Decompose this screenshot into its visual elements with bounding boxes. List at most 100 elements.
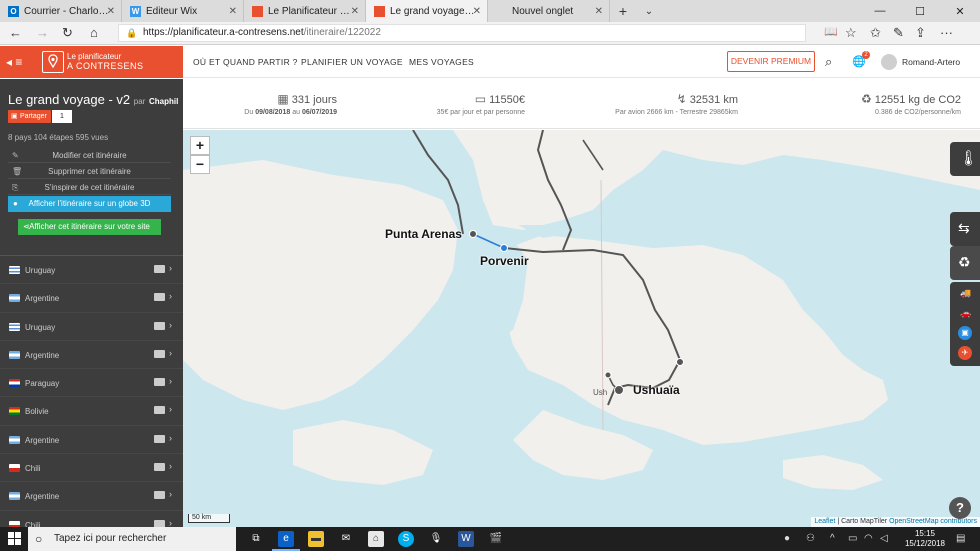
battery-icon[interactable]: ▭ bbox=[848, 533, 857, 544]
weather-tool-button[interactable]: 🌡 bbox=[950, 142, 980, 176]
close-tab-icon[interactable]: ✕ bbox=[107, 6, 115, 17]
skype-icon[interactable]: S bbox=[398, 531, 414, 547]
browser-tab[interactable]: W Éditeur Wix ✕ bbox=[122, 0, 244, 22]
country-details-icon[interactable] bbox=[154, 321, 165, 330]
zoom-out-button[interactable]: − bbox=[190, 155, 210, 174]
action-center-icon[interactable]: ▤ bbox=[956, 533, 965, 544]
taskbar-search-input[interactable]: ○ Tapez ici pour rechercher bbox=[28, 527, 236, 551]
edit-itinerary-button[interactable]: ✎ Modifier cet itinéraire bbox=[8, 149, 171, 163]
nav-plan-trip[interactable]: PLANIFIER UN VOYAGE bbox=[301, 57, 403, 67]
share-icon[interactable]: ⇪ bbox=[915, 25, 926, 41]
word-icon[interactable]: W bbox=[458, 531, 474, 547]
chevron-right-icon[interactable]: › bbox=[169, 404, 172, 414]
country-row[interactable]: Uruguay › bbox=[0, 313, 183, 341]
close-tab-icon[interactable]: ✕ bbox=[595, 6, 603, 17]
file-explorer-icon[interactable]: ▬ bbox=[308, 531, 324, 547]
country-row[interactable]: Uruguay › bbox=[0, 256, 183, 285]
minimize-button[interactable]: — bbox=[860, 0, 900, 22]
browser-tab[interactable]: Le Planificateur - Création/r✕ bbox=[244, 0, 366, 22]
window-close-button[interactable]: ✕ bbox=[940, 0, 980, 22]
country-row[interactable]: Argentine › bbox=[0, 284, 183, 313]
country-details-icon[interactable] bbox=[154, 406, 165, 415]
store-icon[interactable]: ⌂ bbox=[368, 531, 384, 547]
delete-itinerary-button[interactable]: 🗑 Supprimer cet itinéraire bbox=[8, 165, 171, 179]
task-view-icon[interactable]: ⧉ bbox=[248, 531, 264, 547]
route-tool-button[interactable]: ⇆ bbox=[950, 212, 980, 246]
people-icon[interactable]: ⚇ bbox=[806, 533, 815, 544]
chevron-right-icon[interactable]: › bbox=[169, 433, 172, 443]
car-icon[interactable]: 🚗 bbox=[960, 308, 971, 319]
tray-chevron-icon[interactable]: ^ bbox=[830, 533, 835, 544]
co2-tool-button[interactable]: ♻ bbox=[950, 246, 980, 280]
copy-itinerary-button[interactable]: ⎘ S'inspirer de cet itinéraire bbox=[8, 181, 171, 195]
country-row[interactable]: Argentine › bbox=[0, 482, 183, 511]
country-row[interactable]: Argentine › bbox=[0, 341, 183, 370]
help-button[interactable]: ? bbox=[949, 497, 971, 519]
volume-icon[interactable]: ◁ bbox=[880, 533, 888, 544]
country-row[interactable]: Argentine › bbox=[0, 426, 183, 455]
chevron-right-icon[interactable]: › bbox=[169, 518, 172, 527]
more-menu-icon[interactable]: ··· bbox=[940, 25, 953, 40]
trip-author[interactable]: Chaphil bbox=[149, 97, 178, 106]
url-input[interactable]: 🔒 https://planificateur.a-contresens.net… bbox=[118, 24, 806, 42]
country-row[interactable]: Chili › bbox=[0, 511, 183, 527]
windows-start-icon[interactable] bbox=[8, 532, 22, 546]
chevron-right-icon[interactable]: › bbox=[169, 263, 172, 273]
country-details-icon[interactable] bbox=[154, 293, 165, 302]
forward-arrow-icon[interactable]: → bbox=[36, 25, 49, 40]
chevron-right-icon[interactable]: › bbox=[169, 348, 172, 358]
taskbar-clock[interactable]: 15:15 15/12/2018 bbox=[900, 529, 950, 549]
clapboard-icon[interactable]: 🎬 bbox=[488, 531, 504, 547]
country-details-icon[interactable] bbox=[154, 463, 165, 472]
premium-button[interactable]: DEVENIR PREMIUM bbox=[727, 51, 815, 72]
tray-app-icon[interactable]: ● bbox=[784, 533, 790, 544]
favorite-star-icon[interactable]: ☆ bbox=[845, 25, 857, 41]
avatar[interactable] bbox=[881, 54, 897, 70]
favorites-hub-icon[interactable]: ✩ bbox=[870, 25, 881, 41]
embed-on-site-button[interactable]: ⋖ Afficher cet itinéraire sur votre site bbox=[18, 219, 161, 235]
country-details-icon[interactable] bbox=[154, 265, 165, 273]
voice-recorder-icon[interactable]: 🎙 bbox=[428, 531, 444, 547]
country-row[interactable]: Chili › bbox=[0, 454, 183, 483]
map[interactable]: + − Punta Arenas Porvenir Ushuaïa Ush 50… bbox=[183, 130, 980, 527]
country-row[interactable]: Bolivie › bbox=[0, 397, 183, 426]
country-details-icon[interactable] bbox=[154, 434, 165, 443]
bus-icon[interactable]: ▣ bbox=[958, 326, 972, 340]
close-tab-icon[interactable]: ✕ bbox=[473, 6, 481, 17]
country-details-icon[interactable] bbox=[154, 491, 165, 500]
edge-icon[interactable]: e bbox=[272, 531, 300, 551]
country-details-icon[interactable] bbox=[154, 349, 165, 358]
refresh-icon[interactable]: ↻ bbox=[62, 25, 73, 41]
chevron-right-icon[interactable]: › bbox=[169, 461, 172, 471]
home-icon[interactable]: ⌂ bbox=[90, 25, 98, 40]
chevron-right-icon[interactable]: › bbox=[169, 376, 172, 386]
globe-3d-button[interactable]: ● Afficher l'itinéraire sur un globe 3D bbox=[8, 196, 171, 212]
nav-where-when[interactable]: OÙ ET QUAND PARTIR ? bbox=[193, 57, 298, 67]
close-tab-icon[interactable]: ✕ bbox=[229, 6, 237, 17]
browser-tab[interactable]: Nouvel onglet ✕ bbox=[488, 0, 610, 22]
menu-toggle-icon[interactable]: ◂ ≡ bbox=[6, 55, 22, 69]
mail-icon[interactable]: ✉ bbox=[338, 531, 354, 547]
brand-block[interactable]: ◂ ≡ Le planificateur A CONTRESENS bbox=[0, 46, 183, 78]
truck-icon[interactable]: 🚚 bbox=[960, 288, 971, 299]
tab-list-chevron-icon[interactable]: ⌄ bbox=[636, 0, 662, 22]
close-tab-icon[interactable]: ✕ bbox=[351, 6, 359, 17]
back-arrow-icon[interactable]: ← bbox=[9, 25, 22, 40]
maximize-button[interactable]: ☐ bbox=[900, 0, 940, 22]
country-row[interactable]: Paraguay › bbox=[0, 369, 183, 398]
chevron-right-icon[interactable]: › bbox=[169, 291, 172, 301]
browser-tab[interactable]: Le grand voyage - v2 (D✕ bbox=[366, 0, 488, 22]
wifi-icon[interactable]: ◠ bbox=[864, 533, 873, 544]
plane-icon[interactable]: ✈ bbox=[958, 346, 972, 360]
nav-my-trips[interactable]: MES VOYAGES bbox=[409, 57, 474, 67]
share-button[interactable]: ▣ Partager bbox=[8, 110, 51, 123]
country-details-icon[interactable] bbox=[154, 519, 165, 527]
notes-icon[interactable]: ✎ bbox=[893, 25, 904, 41]
new-tab-button[interactable]: + bbox=[610, 0, 636, 22]
country-details-icon[interactable] bbox=[154, 378, 165, 387]
chevron-right-icon[interactable]: › bbox=[169, 489, 172, 499]
search-icon[interactable]: ⌕ bbox=[825, 54, 832, 70]
zoom-in-button[interactable]: + bbox=[190, 136, 210, 155]
reading-view-icon[interactable]: 📖 bbox=[824, 25, 838, 38]
browser-tab[interactable]: OCourrier - Charlotte et Philip✕ bbox=[0, 0, 122, 22]
